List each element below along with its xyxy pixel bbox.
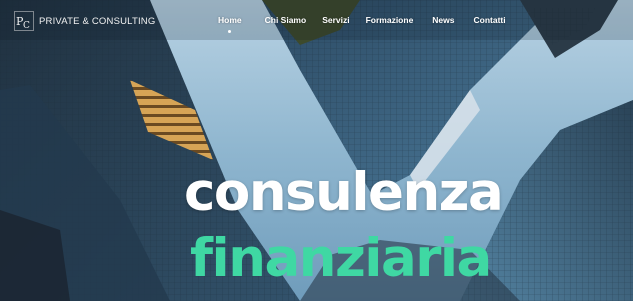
homepage-hero: P C PRIVATE & CONSULTING Home Chi Siamo … xyxy=(0,0,633,301)
hero-headline: consulenza finanziaria xyxy=(0,0,633,301)
hero-title-line-2: finanziaria xyxy=(190,228,492,289)
hero-title-line-1: consulenza xyxy=(184,162,504,223)
